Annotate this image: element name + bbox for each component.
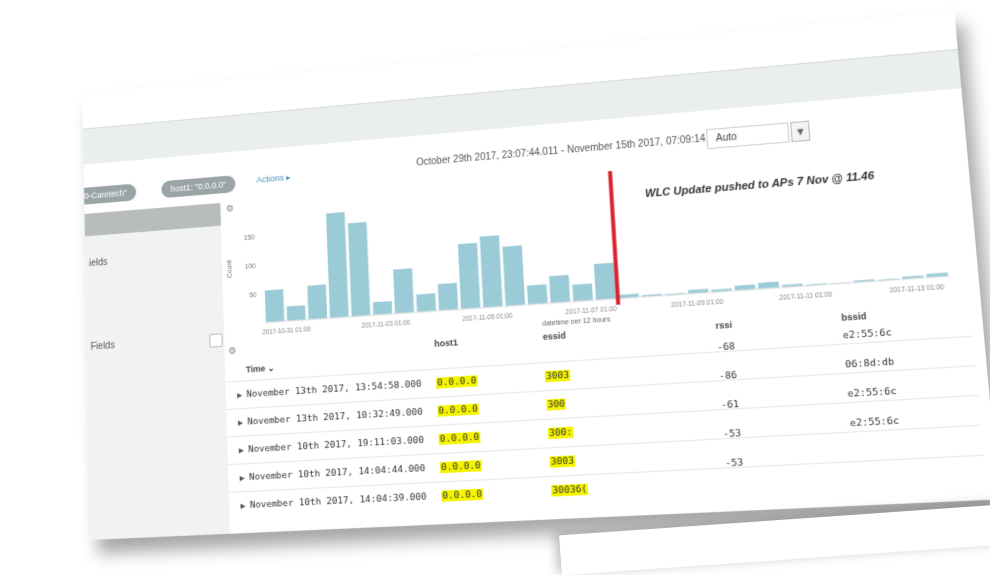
x-tick-label: 2017-11-11 01:00 [779, 291, 833, 302]
histogram-bar[interactable] [549, 274, 571, 304]
cell-time: November 13th 2017, 10:32:49.000 [247, 406, 424, 428]
cell-essid: 30036( [551, 483, 589, 497]
x-tick-label: 2017-10-31 01:00 [262, 326, 311, 336]
expand-caret-icon[interactable]: ▶ [238, 419, 243, 427]
expand-caret-icon[interactable]: ▶ [240, 474, 245, 482]
cell-rssi: -86 [718, 369, 738, 383]
histogram-bar[interactable] [286, 305, 306, 322]
column-header-rssi[interactable]: rssi [715, 320, 732, 331]
histogram-bar[interactable] [457, 242, 481, 310]
y-tick-label: 100 [245, 263, 256, 271]
screenshot-photo: 100-Caretech" host1: "0.0.0.0" Actions ▸… [0, 0, 990, 575]
expand-caret-icon[interactable]: ▶ [237, 391, 242, 399]
expand-caret-icon[interactable]: ▶ [240, 502, 245, 510]
histogram-bar[interactable] [527, 284, 548, 305]
cell-essid: 300 [546, 398, 567, 411]
filter-pill-host[interactable]: host1: "0.0.0.0" [161, 175, 236, 199]
cell-essid: 3003 [544, 369, 571, 383]
cell-time: November 10th 2017, 14:04:44.000 [248, 462, 426, 483]
cell-host: 0.0.0.0 [438, 431, 481, 446]
kibana-discover-page: 100-Caretech" host1: "0.0.0.0" Actions ▸… [82, 10, 990, 540]
histogram-bar[interactable] [347, 221, 371, 317]
cell-host: 0.0.0.0 [435, 375, 478, 389]
cell-time: November 13th 2017, 13:54:58.000 [246, 378, 422, 400]
y-tick-label: 50 [249, 292, 257, 300]
chevron-down-icon[interactable]: ▼ [790, 120, 811, 143]
cell-time: November 10th 2017, 19:11:03.000 [248, 434, 425, 456]
histogram-bar[interactable] [307, 284, 328, 320]
available-fields-label: Fields [90, 340, 115, 353]
histogram-bar[interactable] [372, 300, 393, 316]
x-tick-label: 2017-11-13 01:00 [889, 284, 945, 295]
histogram-bar[interactable] [325, 212, 349, 319]
fields-settings-button[interactable] [209, 333, 223, 348]
cell-host: 0.0.0.0 [439, 460, 482, 474]
x-axis-label: datetime per 12 hours [542, 316, 611, 328]
histogram-bar[interactable] [502, 245, 526, 307]
cell-essid: 300: [547, 426, 574, 440]
histogram-bar[interactable] [437, 282, 459, 311]
histogram-bar[interactable] [572, 283, 593, 302]
filter-pill-caretech[interactable]: 100-Caretech" [82, 183, 137, 207]
histogram-bar[interactable] [264, 289, 285, 323]
histogram-bar[interactable] [416, 293, 437, 313]
column-header-host[interactable]: host1 [434, 337, 458, 348]
cell-host: 0.0.0.0 [437, 403, 480, 417]
selected-fields-label: ields [88, 257, 108, 270]
cell-rssi: -61 [720, 398, 740, 412]
histogram-bar[interactable] [593, 262, 616, 301]
cell-rssi: -68 [716, 341, 736, 354]
x-tick-label: 2017-11-07 01:00 [565, 306, 617, 317]
expand-caret-icon[interactable]: ▶ [239, 446, 244, 454]
cell-rssi: -53 [722, 427, 742, 441]
field-sidebar [84, 202, 231, 540]
settings-gear-icon[interactable]: ⚙ [228, 346, 237, 357]
cell-rssi: -53 [724, 457, 744, 470]
histogram-bar[interactable] [393, 268, 415, 314]
actions-link[interactable]: Actions ▸ [256, 172, 290, 185]
y-tick-label: 150 [244, 234, 255, 242]
column-header-bssid[interactable]: bssid [841, 311, 867, 323]
x-tick-label: 2017-11-03 01:00 [361, 319, 411, 329]
column-header-essid[interactable]: essid [543, 330, 567, 342]
column-header-time[interactable]: Time ⌄ [246, 363, 275, 376]
y-axis-label: Count [226, 260, 233, 278]
cell-bssid: e2:55:6c [842, 327, 893, 342]
x-tick-label: 2017-11-09 01:00 [671, 298, 724, 309]
x-tick-label: 2017-11-05 01:00 [462, 313, 513, 324]
histogram-bar[interactable] [479, 235, 503, 308]
cell-host: 0.0.0.0 [441, 488, 484, 502]
cell-essid: 3003 [549, 455, 576, 468]
cell-time: November 10th 2017, 14:04:39.000 [249, 491, 427, 511]
